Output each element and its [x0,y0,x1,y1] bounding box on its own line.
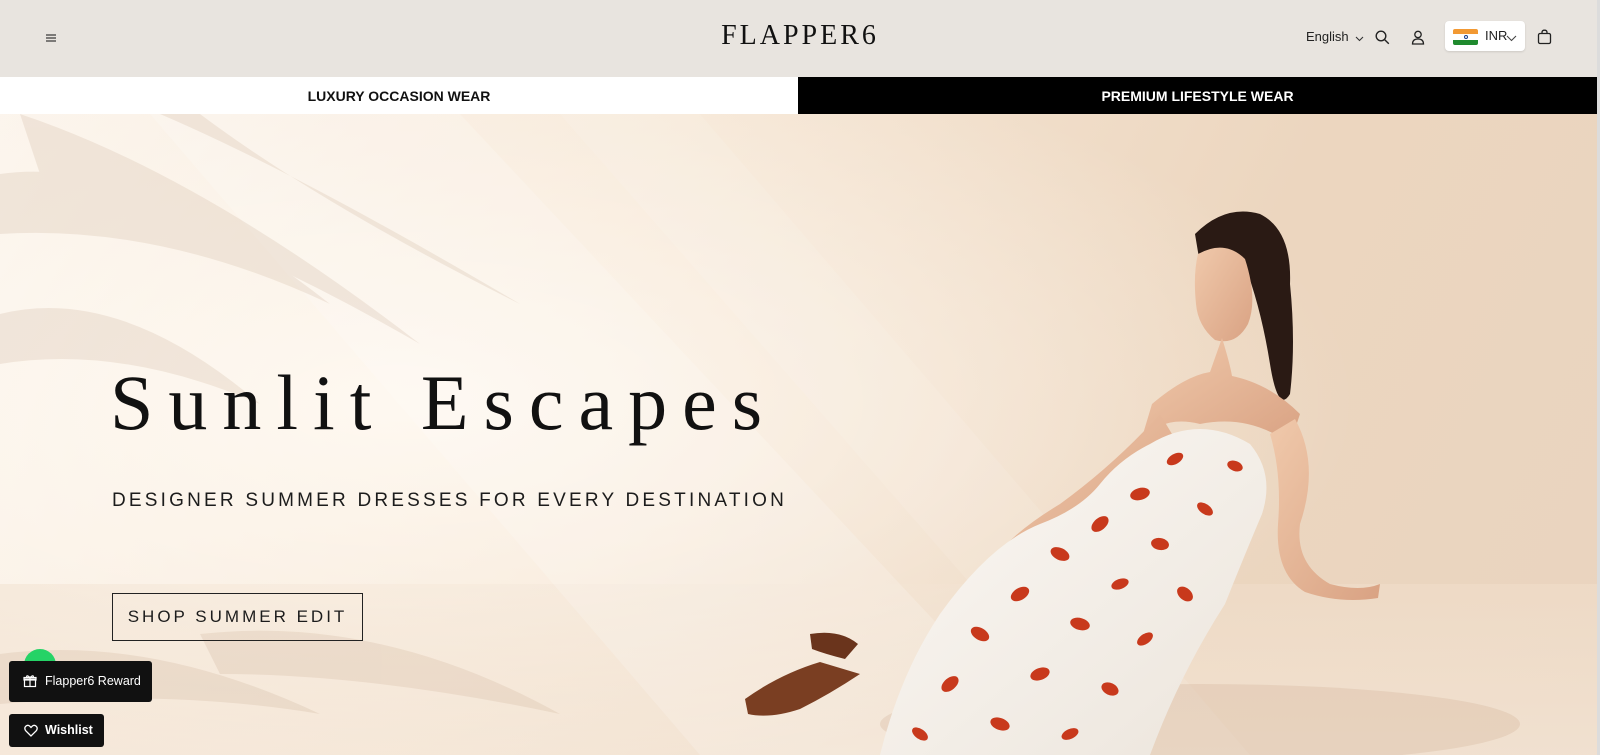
search-icon[interactable] [1375,30,1390,50]
hero-banner[interactable]: Sunlit Escapes DESIGNER SUMMER DRESSES F… [0,114,1597,755]
hero-subtitle: DESIGNER SUMMER DRESSES FOR EVERY DESTIN… [112,490,788,511]
india-flag-icon [1453,29,1478,45]
account-icon[interactable] [1411,30,1425,50]
language-label: English [1306,29,1349,44]
chevron-down-icon [1355,30,1364,45]
heart-icon [24,724,38,740]
gift-icon [23,674,37,691]
wishlist-button[interactable]: Wishlist [9,714,104,747]
tab-luxury-occasion-wear[interactable]: LUXURY OCCASION WEAR [0,77,798,114]
rewards-label: Flapper6 Reward [45,674,141,688]
currency-label: INR [1485,28,1508,43]
chevron-down-icon [1506,29,1517,47]
currency-selector[interactable]: INR [1445,21,1525,51]
rewards-button[interactable]: Flapper6 Reward [9,661,152,702]
shop-summer-edit-button[interactable]: SHOP SUMMER EDIT [112,593,363,641]
language-selector[interactable]: English [1306,29,1364,45]
site-header: FLAPPER6 English INR [0,0,1600,77]
tab-premium-lifestyle-wear[interactable]: PREMIUM LIFESTYLE WEAR [798,77,1597,114]
wishlist-label: Wishlist [45,723,93,737]
hero-title: Sunlit Escapes [110,359,778,446]
cart-icon[interactable] [1537,29,1552,50]
